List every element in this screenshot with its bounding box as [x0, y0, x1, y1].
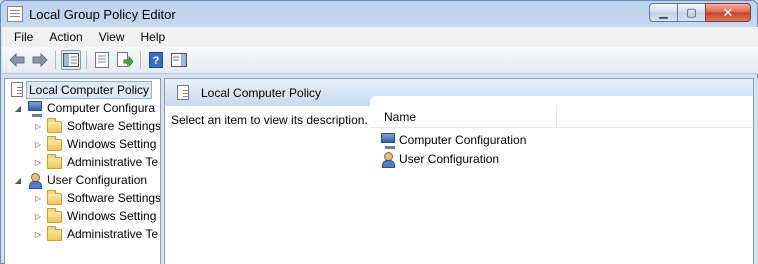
window-title: Local Group Policy Editor: [29, 6, 176, 22]
properties-icon[interactable]: [92, 50, 112, 70]
collapsed-arrow-icon[interactable]: ▷: [33, 211, 43, 221]
main-window: Local Group Policy Editor ▁ ▢ ✕ File Act…: [0, 0, 758, 264]
user-icon: [27, 172, 43, 189]
title-bar[interactable]: Local Group Policy Editor ▁ ▢ ✕: [1, 1, 757, 27]
close-button[interactable]: ✕: [705, 3, 751, 22]
tree-item-label: User Configuration: [47, 173, 148, 187]
tree-item-label: Windows Setting: [67, 209, 157, 223]
tree-item-windows-settings[interactable]: ▷ Windows Setting: [33, 135, 156, 153]
forward-arrow-icon[interactable]: [30, 50, 50, 70]
tree-item-software-settings[interactable]: ▷ Software Settings: [33, 189, 161, 207]
tree-item-label: Computer Configura: [47, 101, 156, 115]
show-hide-console-tree-icon[interactable]: [61, 50, 81, 70]
list-item-label: User Configuration: [399, 152, 500, 166]
menu-bar: File Action View Help: [2, 27, 758, 47]
tree-item-label: Windows Setting: [67, 137, 157, 151]
help-icon[interactable]: ?: [146, 50, 166, 70]
tree-item-label: Software Settings: [67, 191, 161, 205]
collapsed-arrow-icon[interactable]: ▷: [33, 193, 43, 203]
svg-text:?: ?: [153, 55, 160, 67]
caption-buttons: ▁ ▢ ✕: [649, 3, 751, 22]
collapsed-arrow-icon[interactable]: ▷: [33, 229, 43, 239]
items-list[interactable]: Name Computer Configuration User Configu…: [370, 96, 753, 264]
menu-view[interactable]: View: [91, 30, 133, 44]
details-pane: Local Computer Policy Select an item to …: [164, 78, 754, 264]
tree-item-user-configuration[interactable]: ◢ User Configuration: [13, 171, 147, 189]
menu-file[interactable]: File: [2, 30, 41, 44]
maximize-button[interactable]: ▢: [677, 3, 705, 22]
list-item[interactable]: User Configuration: [380, 150, 499, 168]
group-policy-app-icon: [7, 6, 23, 22]
menu-help[interactable]: Help: [133, 30, 174, 44]
collapsed-arrow-icon[interactable]: ▷: [33, 157, 43, 167]
tree-item-label: Administrative Te: [67, 155, 159, 169]
list-item[interactable]: Computer Configuration: [380, 131, 526, 149]
details-title: Local Computer Policy: [201, 85, 322, 100]
folder-icon: [47, 118, 63, 134]
toolbar-separator: [86, 51, 87, 69]
folder-icon: [47, 136, 63, 152]
list-column-header[interactable]: Name: [370, 106, 753, 128]
tree-item-windows-settings[interactable]: ▷ Windows Setting: [33, 207, 156, 225]
tree-item-software-settings[interactable]: ▷ Software Settings: [33, 117, 161, 135]
policy-document-icon: [9, 82, 25, 98]
folder-icon: [47, 154, 63, 170]
computer-icon: [27, 100, 43, 117]
minimize-button[interactable]: ▁: [649, 3, 677, 22]
tree-item-administrative-templates[interactable]: ▷ Administrative Te: [33, 225, 158, 243]
toolbar-separator: [55, 51, 56, 69]
tree-item-label: Local Computer Policy: [26, 81, 153, 99]
tree-item-label: Software Settings: [67, 119, 161, 133]
back-arrow-icon[interactable]: [7, 50, 27, 70]
export-list-icon[interactable]: [115, 50, 135, 70]
policy-document-icon: [177, 85, 189, 100]
tree-item-administrative-templates[interactable]: ▷ Administrative Te: [33, 153, 158, 171]
collapsed-arrow-icon[interactable]: ▷: [33, 121, 43, 131]
description-area: Select an item to view its description.: [165, 106, 370, 264]
folder-icon: [47, 208, 63, 224]
tree-item-computer-configuration[interactable]: ◢ Computer Configura: [13, 99, 155, 117]
computer-icon: [380, 132, 396, 149]
expanded-arrow-icon[interactable]: ◢: [13, 175, 23, 185]
column-name-header[interactable]: Name: [384, 110, 416, 124]
menu-action[interactable]: Action: [41, 30, 90, 44]
description-text: Select an item to view its description.: [171, 113, 368, 127]
toolbar: ?: [2, 47, 758, 74]
list-item-label: Computer Configuration: [399, 133, 527, 147]
console-tree[interactable]: Local Computer Policy ◢ Computer Configu…: [4, 78, 161, 264]
show-action-pane-icon[interactable]: [169, 50, 189, 70]
toolbar-separator: [140, 51, 141, 69]
collapsed-arrow-icon[interactable]: ▷: [33, 139, 43, 149]
user-icon: [380, 151, 396, 168]
folder-icon: [47, 190, 63, 206]
tree-item-local-computer-policy[interactable]: Local Computer Policy: [9, 81, 153, 99]
window-right-edge: [754, 78, 758, 264]
column-separator[interactable]: [556, 106, 557, 128]
folder-icon: [47, 226, 63, 242]
expanded-arrow-icon[interactable]: ◢: [13, 103, 23, 113]
tree-item-label: Administrative Te: [67, 227, 159, 241]
